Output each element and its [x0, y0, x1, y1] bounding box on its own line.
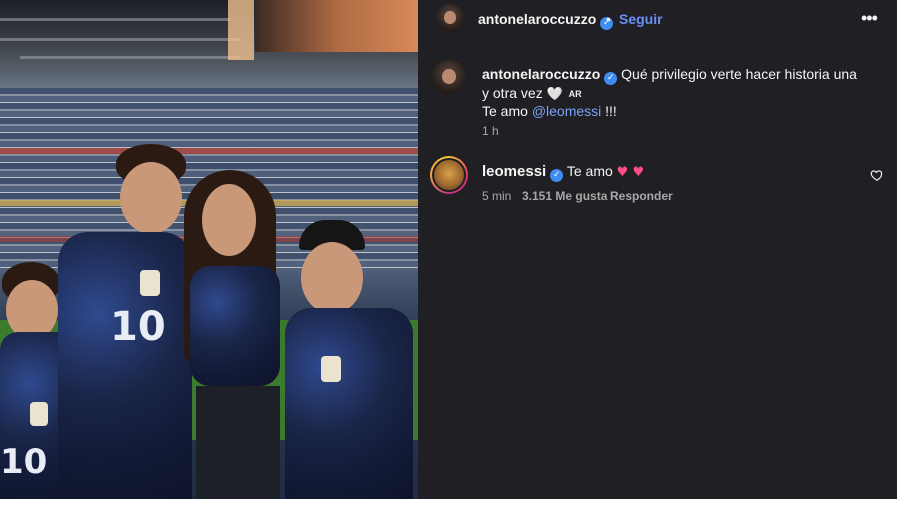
commenter-avatar[interactable]	[434, 160, 464, 190]
comment-likes[interactable]: 3.151 Me gusta	[522, 189, 607, 203]
post-photo[interactable]: 10 10	[0, 0, 418, 499]
white-heart-icon: 🤍	[546, 87, 563, 102]
reply-button[interactable]: Responder	[610, 189, 673, 203]
comment-timestamp: 5 min	[482, 189, 512, 203]
separator-dot: •	[606, 11, 611, 27]
verified-icon: ✓	[550, 169, 564, 182]
more-options-icon[interactable]: •••	[861, 8, 878, 29]
post-sidebar: antonelaroccuzzo ✓ • Seguir ••• antonelar…	[418, 0, 897, 499]
caption-author[interactable]: antonelaroccuzzo	[482, 66, 600, 82]
woman	[180, 170, 300, 499]
argentina-flag-icon: AR	[568, 89, 582, 99]
caption-timestamp: 1 h	[482, 124, 499, 138]
post-caption: antonelaroccuzzo ✓ Qué privilegio verte h…	[482, 66, 857, 119]
author-username[interactable]: antonelaroccuzzo ✓	[478, 11, 614, 30]
stadium-screen	[255, 0, 418, 52]
follow-button[interactable]: Seguir	[619, 11, 663, 27]
verified-icon: ✓	[604, 72, 618, 85]
instagram-post-frame: 10 10 antonelaroccuzzo ✓ • Seguir ••• an…	[0, 0, 897, 499]
stadium-light	[228, 0, 254, 60]
author-avatar[interactable]	[436, 4, 464, 32]
like-comment-icon[interactable]	[870, 168, 884, 182]
child-tall: 10	[52, 144, 192, 499]
post-header: antonelaroccuzzo ✓ • Seguir •••	[418, 0, 897, 38]
mention-link[interactable]: @leomessi	[532, 103, 601, 119]
caption-author-avatar[interactable]	[432, 60, 466, 94]
comment-body: leomessi ✓ Te amo ♥ ♥	[482, 163, 645, 182]
heart-emoji-icon: ♥ ♥	[616, 165, 645, 180]
commenter-username[interactable]: leomessi	[482, 163, 546, 180]
child-right	[285, 220, 415, 499]
